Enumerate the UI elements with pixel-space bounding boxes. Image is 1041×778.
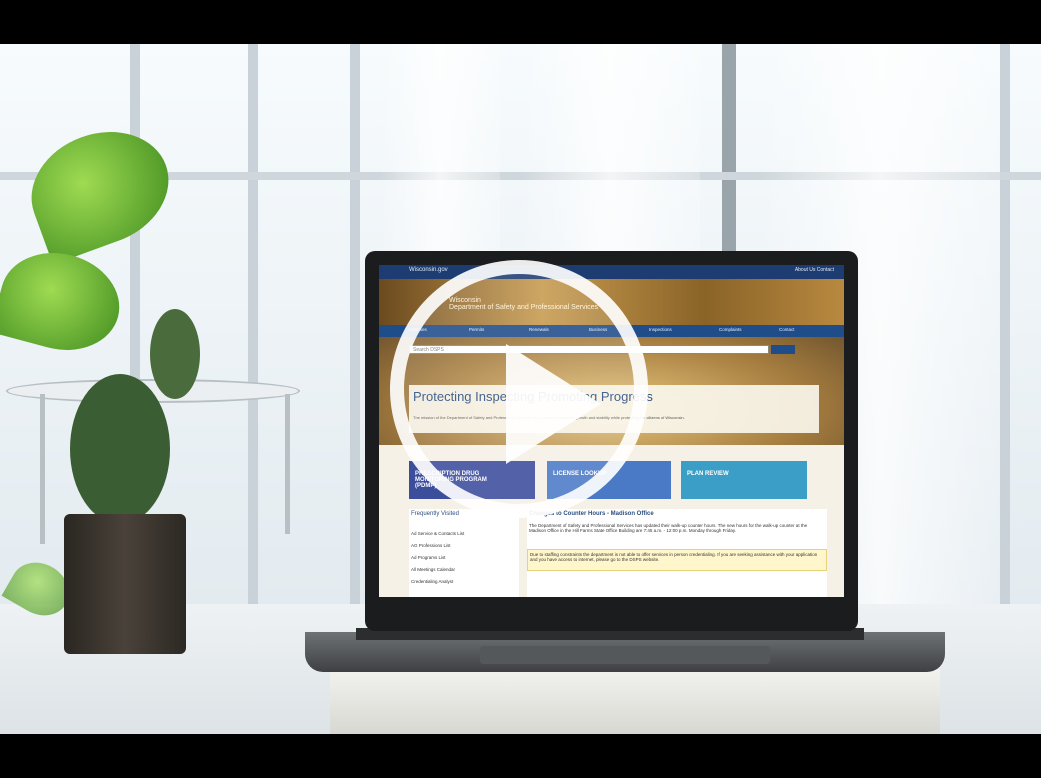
news-text: The Department of Safety and Professiona…	[529, 523, 808, 533]
play-icon	[506, 344, 601, 464]
news-panel: Changes to Counter Hours - Madison Offic…	[527, 509, 827, 597]
nav-item: Contact	[779, 327, 795, 332]
side-table-leg	[285, 394, 290, 534]
small-shrub	[70, 374, 170, 524]
nav-item: Complaints	[719, 327, 742, 332]
site-search-button	[771, 345, 795, 354]
plan-review-tile: PLAN REVIEW	[681, 461, 807, 499]
video-thumbnail[interactable]: Wisconsin.gov About Us Contact Wisconsin…	[0, 0, 1041, 778]
laptop-stand	[330, 669, 940, 734]
small-shrub	[150, 309, 200, 399]
notice-box: Due to staffing constraints the departme…	[527, 549, 827, 571]
site-topbar: Wisconsin.gov About Us Contact	[379, 265, 844, 279]
frequent-link: All Meetings Calendar	[411, 567, 456, 572]
frequent-link: Ad Programs List	[411, 555, 446, 560]
letterbox-bottom	[0, 734, 1041, 778]
plant-pot	[64, 514, 186, 654]
play-button[interactable]	[390, 260, 648, 518]
plan-review-tile-label: PLAN REVIEW	[687, 471, 729, 477]
site-top-links: About Us Contact	[794, 267, 834, 273]
frequently-visited-heading: Frequently Visited	[411, 511, 459, 517]
frequent-link: Credentialing Analyst	[411, 579, 454, 584]
nav-item: Inspections	[649, 327, 672, 332]
frequently-visited-panel: Frequently Visited Ad Service & Contacts…	[409, 509, 519, 597]
frequent-link: Ad Service & Contacts List	[411, 531, 465, 536]
notice-text: Due to staffing constraints the departme…	[530, 552, 818, 562]
side-table-leg	[40, 394, 45, 544]
frequent-link: AG Professions List	[411, 543, 451, 548]
laptop-trackpad	[480, 646, 770, 664]
letterbox-top	[0, 0, 1041, 44]
site-brand: Wisconsin.gov	[409, 267, 448, 273]
